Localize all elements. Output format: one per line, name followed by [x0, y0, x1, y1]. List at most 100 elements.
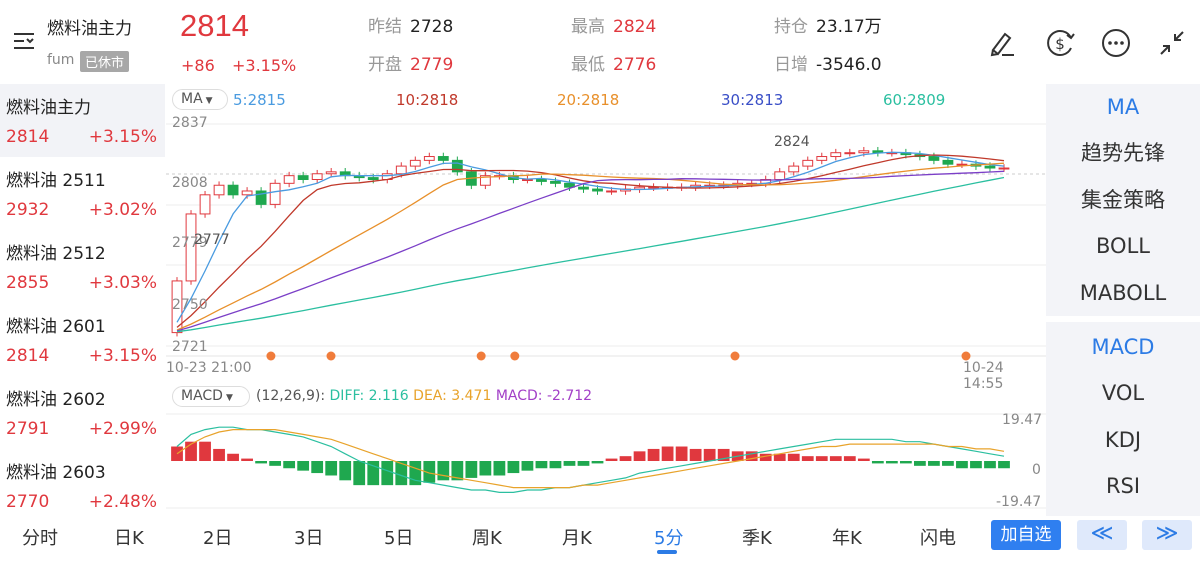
- candle-body: [802, 159, 814, 167]
- candle-body: [311, 173, 323, 181]
- candle-body: [437, 156, 449, 161]
- macd-bar: [479, 461, 492, 476]
- next-button[interactable]: ≫: [1142, 520, 1192, 550]
- macd-bar: [381, 461, 394, 486]
- candle-body: [395, 165, 407, 175]
- macd-selector[interactable]: MACD ▼: [172, 386, 250, 407]
- indicator-trend[interactable]: 趋势先锋: [1046, 130, 1200, 176]
- session-marker: [730, 351, 740, 361]
- candle-body: [536, 179, 547, 182]
- indicator-kdj[interactable]: KDJ: [1046, 417, 1200, 463]
- price-label-top: 2837: [172, 115, 208, 131]
- open-stat: 开盘 2779: [368, 55, 454, 75]
- candle-body: [241, 190, 253, 196]
- contract-item[interactable]: 燃料油 2602 2791 +2.99%: [0, 376, 165, 449]
- macd-bar: [914, 461, 926, 466]
- tab-month-k[interactable]: 月K: [562, 524, 592, 550]
- contract-item[interactable]: 燃料油 2511 2932 +3.02%: [0, 157, 165, 230]
- macd-bar: [689, 448, 702, 461]
- add-watchlist-button[interactable]: 加自选: [991, 520, 1061, 550]
- macd-bar: [885, 461, 898, 464]
- ma5-value: 5:2815: [233, 91, 286, 109]
- contract-item[interactable]: 燃料油主力 2814 +3.15%: [0, 84, 165, 157]
- contract-item[interactable]: 燃料油 2601 2814 +3.15%: [0, 303, 165, 376]
- tab-flash[interactable]: 闪电: [920, 524, 956, 550]
- session-marker: [326, 351, 336, 361]
- more-icon[interactable]: [1099, 26, 1133, 60]
- price-label-bottom: 2721: [172, 339, 208, 355]
- macd-bar: [703, 448, 716, 461]
- contract-item[interactable]: 燃料油 2512 2855 +3.03%: [0, 230, 165, 303]
- macd-bar: [871, 461, 884, 464]
- ma10-line: [176, 154, 1005, 328]
- tab-week-k[interactable]: 周K: [472, 524, 502, 550]
- candle-body: [199, 194, 211, 215]
- tab-5min[interactable]: 5分: [654, 524, 683, 550]
- prev-close-stat: 昨结 2728: [368, 17, 454, 37]
- draw-icon[interactable]: [985, 26, 1019, 60]
- macd-bar: [661, 446, 674, 461]
- price-change: +86: [181, 56, 215, 75]
- prev-button[interactable]: ≪: [1077, 520, 1127, 550]
- oi-stat: 持仓 23.17万: [774, 17, 882, 37]
- contract-list: 燃料油主力 2814 +3.15% 燃料油 2511 2932 +3.02% 燃…: [0, 84, 165, 516]
- macd-bar: [843, 456, 856, 461]
- oi-change-stat: 日增 -3546.0: [774, 55, 882, 75]
- tab-5day[interactable]: 5日: [384, 524, 413, 550]
- svg-text:$: $: [1055, 35, 1065, 53]
- macd-bar: [465, 461, 478, 478]
- session-marker: [266, 351, 276, 361]
- tab-intraday[interactable]: 分时: [22, 524, 58, 550]
- macd-bar: [984, 461, 996, 469]
- macd-bar: [297, 461, 310, 471]
- ma20-value: 20:2818: [557, 91, 620, 109]
- macd-bar: [521, 461, 534, 471]
- tab-2day[interactable]: 2日: [203, 524, 232, 550]
- macd-bar: [437, 461, 450, 481]
- low-marker-label: 2777: [194, 232, 230, 248]
- candle-body: [592, 188, 603, 192]
- candle-body: [942, 159, 954, 165]
- macd-bar: [998, 461, 1010, 469]
- ma-selector[interactable]: MA ▼: [172, 89, 228, 110]
- ma30-line: [176, 170, 1005, 332]
- candle-body: [283, 175, 295, 184]
- menu-icon[interactable]: [10, 28, 38, 54]
- indicator-rsi[interactable]: RSI: [1046, 463, 1200, 509]
- candle-body: [984, 165, 996, 169]
- tab-day-k[interactable]: 日K: [114, 524, 144, 550]
- macd-legend: (12,26,9): DIFF: 2.116 DEA: 3.471 MACD: …: [256, 388, 593, 404]
- candle-body: [858, 150, 870, 154]
- macd-bar: [227, 453, 239, 461]
- tab-quarter-k[interactable]: 季K: [742, 524, 772, 550]
- macd-bar: [549, 461, 562, 469]
- tab-3day[interactable]: 3日: [294, 524, 323, 550]
- indicator-macd[interactable]: MACD: [1046, 324, 1200, 370]
- macd-bar: [633, 451, 646, 461]
- candle-body: [578, 186, 589, 190]
- contract-item[interactable]: 燃料油 2603 2770 +2.48%: [0, 449, 165, 522]
- indicator-vol[interactable]: VOL: [1046, 370, 1200, 416]
- session-marker: [510, 351, 520, 361]
- dea-line: [176, 429, 1005, 489]
- price-label: 2750: [172, 297, 208, 313]
- macd-bar: [815, 456, 828, 461]
- indicator-boll[interactable]: BOLL: [1046, 223, 1200, 269]
- kline-chart[interactable]: MA ▼ 5:2815 10:2818 20:2818 30:2813 60:28…: [166, 84, 1046, 516]
- status-badge: 已休市: [80, 51, 130, 72]
- indicator-fund[interactable]: 集金策略: [1046, 177, 1200, 223]
- macd-bar: [675, 446, 688, 461]
- collapse-icon[interactable]: [1155, 26, 1189, 60]
- tab-year-k[interactable]: 年K: [832, 524, 862, 550]
- macd-bar: [283, 461, 296, 469]
- macd-axis-zero: 0: [1032, 462, 1041, 478]
- indicator-divider: [1046, 316, 1200, 322]
- candle-body: [325, 171, 337, 175]
- candle-body: [998, 167, 1010, 170]
- currency-icon[interactable]: $: [1043, 26, 1077, 60]
- high-stat: 最高 2824: [571, 17, 657, 37]
- candle-body: [830, 152, 842, 158]
- candle-body: [367, 177, 379, 180]
- indicator-maboll[interactable]: MABOLL: [1046, 270, 1200, 316]
- indicator-ma[interactable]: MA: [1046, 84, 1200, 130]
